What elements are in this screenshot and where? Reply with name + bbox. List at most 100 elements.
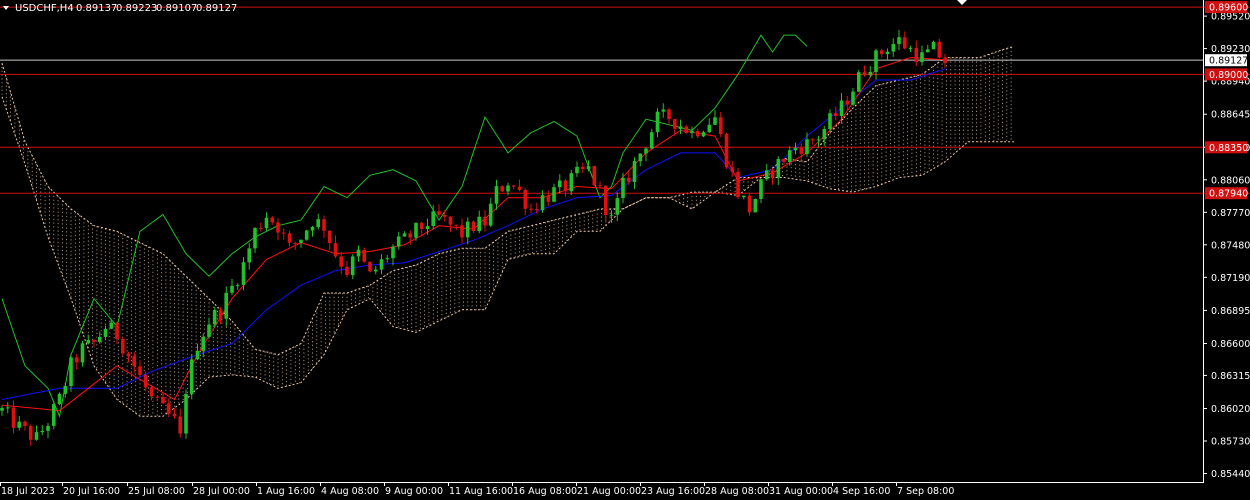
- candle-body: [862, 72, 867, 76]
- candle-body: [834, 113, 838, 116]
- candle-body: [488, 203, 493, 226]
- candle-body: [943, 57, 947, 64]
- candle-body: [592, 166, 597, 186]
- candle-body: [235, 285, 240, 287]
- level-label: 0.89000: [1209, 70, 1248, 81]
- candle-body: [201, 336, 205, 351]
- candle-body: [644, 148, 648, 154]
- candle-body: [604, 185, 608, 215]
- candle-body: [109, 322, 114, 329]
- candle-body: [304, 230, 309, 240]
- candle-body: [586, 166, 591, 170]
- candle-body: [69, 357, 73, 386]
- date-tick-label: 28 Jul 00:00: [193, 486, 250, 497]
- candle-body: [857, 72, 861, 92]
- candle-body: [770, 170, 775, 178]
- candle-body: [661, 109, 666, 112]
- candle-body: [46, 425, 50, 431]
- candle-body: [442, 214, 447, 217]
- candle-body: [92, 340, 96, 342]
- candle-body: [880, 50, 884, 55]
- price-tick-label: 0.88645: [1211, 110, 1250, 121]
- candle-body: [224, 292, 228, 319]
- candle-body: [627, 177, 631, 182]
- candle-body: [281, 232, 286, 234]
- candle-body: [40, 430, 45, 433]
- candle-body: [650, 132, 654, 149]
- candle-body: [57, 393, 62, 405]
- candle-body: [425, 226, 430, 230]
- candle-body: [460, 225, 464, 238]
- candle-body: [86, 340, 91, 344]
- candle-body: [373, 269, 378, 272]
- candle-body: [788, 150, 792, 162]
- candle-body: [759, 179, 763, 199]
- level-label: 0.87940: [1209, 189, 1248, 200]
- date-tick-label: 9 Aug 00:00: [385, 486, 443, 497]
- date-tick-label: 21 Aug 00:00: [577, 486, 641, 497]
- candle-body: [667, 109, 671, 120]
- candle-body: [707, 124, 712, 133]
- candle-body: [471, 221, 476, 232]
- candle-body: [690, 131, 694, 133]
- candle-body: [402, 233, 407, 237]
- candle-body: [448, 216, 453, 225]
- candle-body: [362, 249, 366, 262]
- candle-body: [885, 51, 890, 55]
- candle-body: [103, 328, 108, 337]
- candle-body: [264, 217, 269, 228]
- candle-body: [218, 310, 223, 319]
- candle-body: [799, 147, 804, 154]
- candle-body: [569, 173, 574, 192]
- candle-body: [310, 226, 315, 231]
- price-tick-label: 0.86895: [1211, 306, 1250, 317]
- candle-body: [621, 177, 625, 198]
- candle-body: [805, 139, 809, 154]
- candle-body: [184, 393, 188, 434]
- candle-body: [897, 37, 901, 44]
- candle-body: [126, 353, 131, 357]
- ohlc-high: 0.89223: [116, 3, 157, 14]
- price-chart[interactable]: 0.895200.892300.889400.886450.883500.880…: [0, 0, 1250, 500]
- candle-body: [535, 209, 539, 211]
- ohlc-low: 0.89107: [156, 3, 197, 14]
- candle-body: [581, 166, 585, 170]
- candle-body: [782, 159, 786, 162]
- candle-body: [98, 336, 102, 342]
- price-tick-label: 0.87190: [1211, 273, 1250, 284]
- candle-body: [523, 189, 528, 209]
- candle-body: [0, 407, 4, 411]
- date-tick-label: 20 Jul 16:00: [63, 486, 120, 497]
- candle-body: [793, 147, 798, 151]
- date-tick-label: 16 Aug 08:00: [513, 486, 577, 497]
- candle-body: [500, 186, 504, 192]
- candle-body: [166, 403, 171, 414]
- candle-body: [327, 230, 332, 244]
- candle-body: [546, 195, 551, 202]
- candle-body: [75, 357, 79, 363]
- candle-body: [851, 91, 855, 105]
- candle-body: [195, 350, 200, 360]
- candle-body: [149, 387, 154, 397]
- price-tick-label: 0.89230: [1211, 44, 1250, 55]
- candle-body: [431, 211, 435, 226]
- candle-body: [253, 228, 257, 249]
- candle-body: [207, 324, 211, 337]
- price-tick-label: 0.87770: [1211, 208, 1250, 219]
- candle-body: [379, 259, 384, 270]
- candle-body: [454, 224, 458, 226]
- level-label: 0.89600: [1209, 3, 1248, 14]
- candle-body: [632, 161, 637, 182]
- price-tick-label: 0.85440: [1211, 469, 1250, 480]
- candle-body: [926, 49, 930, 53]
- candle-body: [477, 216, 481, 232]
- candle-body: [247, 248, 251, 263]
- candle-body: [385, 258, 389, 260]
- candle-body: [437, 211, 441, 215]
- candle-body: [609, 214, 614, 216]
- candle-body: [34, 432, 39, 440]
- price-tick-label: 0.85730: [1211, 437, 1250, 448]
- candle-body: [322, 219, 326, 231]
- price-tick-label: 0.86600: [1211, 339, 1250, 350]
- candle-body: [598, 185, 602, 187]
